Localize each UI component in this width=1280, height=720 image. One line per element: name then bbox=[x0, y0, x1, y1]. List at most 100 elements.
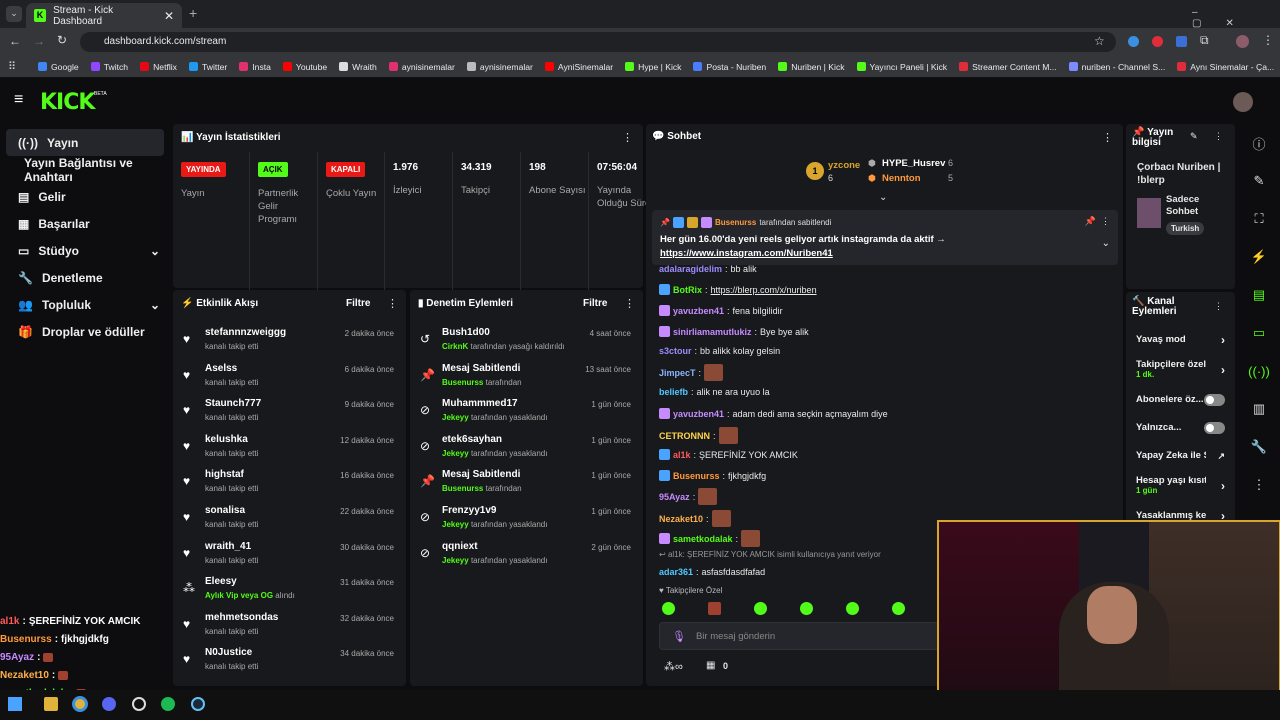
activity-username[interactable]: Aselss bbox=[205, 363, 237, 374]
channel-action-item[interactable]: Abonelere öz... bbox=[1126, 386, 1235, 414]
activity-username[interactable]: wraith_41 bbox=[205, 541, 251, 552]
chat-username[interactable]: yavuzben41 bbox=[673, 409, 724, 419]
chat-message[interactable]: sinirliamamutlukiz: Bye bye alik bbox=[659, 326, 809, 337]
chat-message[interactable]: s3ctour: bb alikk kolay gelsin bbox=[659, 346, 780, 356]
user-avatar[interactable] bbox=[1233, 92, 1253, 112]
sidebar-item-topluluk[interactable]: 👥 Topluluk ⌄ bbox=[6, 291, 164, 318]
leaderboard-name[interactable]: HYPE_Husrev bbox=[882, 158, 945, 169]
chat-username[interactable]: JimpecT bbox=[659, 368, 696, 378]
sidebar-item-gelir[interactable]: ▤ Gelir bbox=[6, 183, 164, 210]
edit-icon[interactable]: ✎ bbox=[1190, 131, 1198, 142]
chat-bubble-icon[interactable]: ▭ bbox=[1238, 314, 1280, 352]
chat-username[interactable]: sametkodalak bbox=[673, 534, 733, 544]
bookmark-item[interactable]: Twitter bbox=[188, 62, 227, 72]
chat-username[interactable]: CETRONNN bbox=[659, 431, 710, 441]
window-controls[interactable]: –▢✕ bbox=[1192, 7, 1280, 29]
chrome-icon[interactable] bbox=[72, 696, 88, 712]
bookmark-item[interactable]: AyniSinemalar bbox=[544, 62, 613, 72]
layers-icon[interactable]: ▥ bbox=[1238, 390, 1280, 428]
forward-icon[interactable]: → bbox=[33, 34, 45, 48]
hamburger-menu-icon[interactable]: ≡ bbox=[14, 92, 23, 108]
activity-username[interactable]: N0Justice bbox=[205, 647, 252, 658]
tab-search-button[interactable]: ⌄ bbox=[6, 6, 22, 22]
sidebar-item-denetleme[interactable]: 🔧 Denetleme bbox=[6, 264, 164, 291]
steam-icon[interactable] bbox=[191, 697, 205, 711]
moderation-row[interactable]: 📌 Mesaj Sabitlendi Busenurss tarafından 1 g… bbox=[410, 466, 643, 502]
wrench-icon[interactable]: 🔧 bbox=[1238, 428, 1280, 466]
moderation-row[interactable]: ⊘ Frenzyy1v9 Jekeyy tarafından yasaklandı 1… bbox=[410, 502, 643, 538]
channel-action-item[interactable]: Yalnızca... bbox=[1126, 414, 1235, 442]
moderation-target[interactable]: Mesaj Sabitlendi bbox=[442, 469, 520, 480]
channel-actions-menu-icon[interactable]: ⋮ bbox=[1214, 301, 1223, 312]
activity-row[interactable]: ♥ highstaf kanalı takip etti 16 dakika önce bbox=[173, 466, 406, 502]
chat-username[interactable]: Nezaket10 bbox=[659, 514, 703, 524]
bookmark-item[interactable]: Aynı Sinemalar - Ça... bbox=[1177, 62, 1274, 72]
bookmark-item[interactable]: Twitch bbox=[90, 62, 128, 72]
chat-message[interactable]: adar361: asfasfdasdfafad bbox=[659, 567, 765, 577]
moderation-row[interactable]: 📌 Mesaj Sabitlendi Busenurss tarafından 13 … bbox=[410, 360, 643, 396]
sidebar-item-droplar[interactable]: 🎁 Droplar ve ödüller bbox=[6, 318, 164, 345]
moderation-row[interactable]: ↺ Bush1d00 CirknK tarafından yasağı kaldır… bbox=[410, 324, 643, 360]
pinned-link[interactable]: https://www.instagram.com/Nuriben41 bbox=[660, 248, 833, 259]
broadcast-icon[interactable]: ((·)) bbox=[1238, 352, 1280, 390]
discord-icon[interactable] bbox=[102, 697, 116, 711]
chat-link[interactable]: https://blerp.com/x/nuriben bbox=[711, 285, 817, 295]
unpin-icon[interactable]: 📌 bbox=[1085, 216, 1096, 227]
activity-username[interactable]: Eleesy bbox=[205, 576, 237, 587]
chat-message[interactable]: yavuzben41: adam dedi ama seçkin açmayalı… bbox=[659, 408, 888, 419]
chat-username[interactable]: 95Ayaz bbox=[659, 492, 690, 502]
bookmark-item[interactable]: Nuriben | Kick bbox=[778, 62, 845, 72]
chat-input[interactable]: 🎙 Bir mesaj gönderin bbox=[659, 622, 959, 650]
bookmark-star-icon[interactable]: ☆ bbox=[1094, 34, 1105, 48]
emote-icon[interactable] bbox=[892, 602, 905, 615]
windows-start-icon[interactable] bbox=[8, 697, 22, 711]
chat-username[interactable]: s3ctour bbox=[659, 346, 692, 356]
activity-row[interactable]: ⁂ Eleesy Aylık Vip veya OG alındı 31 dakika… bbox=[173, 573, 406, 609]
emote-icon[interactable] bbox=[846, 602, 859, 615]
chat-message[interactable]: yavuzben41: fena bilgilidir bbox=[659, 305, 783, 316]
chat-username[interactable]: beliefb bbox=[659, 387, 688, 397]
bookmark-item[interactable]: Yayıncı Paneli | Kick bbox=[856, 62, 947, 72]
info-icon[interactable]: ⓘ bbox=[1238, 124, 1280, 162]
close-tab-icon[interactable]: ✕ bbox=[164, 9, 174, 23]
stats-menu-icon[interactable]: ⋮ bbox=[622, 131, 633, 144]
chat-username[interactable]: BotRix bbox=[673, 285, 702, 295]
bookmark-item[interactable]: Google bbox=[38, 62, 79, 72]
activity-filter-button[interactable]: Filtre bbox=[346, 298, 370, 309]
activity-row[interactable]: ♥ Aselss kanalı takip etti 6 dakika önce bbox=[173, 360, 406, 396]
activity-username[interactable]: highstaf bbox=[205, 469, 244, 480]
category-name[interactable]: Sadece Sohbet bbox=[1166, 194, 1226, 218]
moderation-target[interactable]: Muhammmed17 bbox=[442, 398, 518, 409]
bolt-icon[interactable]: ⚡ bbox=[1238, 238, 1280, 276]
sidebar-item-yayin[interactable]: ((·)) Yayın bbox=[6, 129, 164, 156]
chat-message[interactable]: sametkodalak: bbox=[659, 530, 761, 547]
chat-username[interactable]: sinirliamamutlukiz bbox=[673, 327, 752, 337]
bookmark-item[interactable]: Insta bbox=[239, 62, 271, 72]
chat-message[interactable]: CETRONNN: bbox=[659, 427, 738, 444]
new-tab-button[interactable]: + bbox=[189, 5, 197, 21]
moderation-target[interactable]: Mesaj Sabitlendi bbox=[442, 363, 520, 374]
activity-row[interactable]: ♥ wraith_41 kanalı takip etti 30 dakika önc… bbox=[173, 538, 406, 574]
moderation-target[interactable]: qqniext bbox=[442, 541, 478, 552]
reload-icon[interactable]: ↻ bbox=[57, 33, 67, 47]
leaderboard-name[interactable]: Nennton bbox=[882, 173, 921, 184]
edit-icon[interactable]: ✎ bbox=[1238, 162, 1280, 200]
chat-message[interactable]: Busenurss: fjkhgjdkfg bbox=[659, 470, 766, 481]
activity-username[interactable]: sonalisa bbox=[205, 505, 245, 516]
chevron-down-icon[interactable]: ⌄ bbox=[879, 192, 887, 203]
kick-logo[interactable]: KICK bbox=[40, 90, 95, 115]
moderation-menu-icon[interactable]: ⋮ bbox=[624, 297, 635, 310]
bookmark-item[interactable]: Posta - Nuriben bbox=[693, 62, 766, 72]
activity-row[interactable]: ♥ N0Justice kanalı takip etti 34 dakika önc… bbox=[173, 644, 406, 680]
activity-username[interactable]: kelushka bbox=[205, 434, 248, 445]
bookmark-item[interactable]: Hype | Kick bbox=[625, 62, 681, 72]
moderation-filter-button[interactable]: Filtre bbox=[583, 298, 607, 309]
channel-action-item[interactable]: Yapay Zeka ile Sohbet Denetimi ↗ bbox=[1126, 442, 1235, 470]
activity-menu-icon[interactable]: ⋮ bbox=[387, 297, 398, 310]
store-icon[interactable]: ▦ bbox=[706, 660, 715, 671]
bookmark-item[interactable]: Youtube bbox=[282, 62, 327, 72]
bookmark-item[interactable]: Wraith bbox=[339, 62, 377, 72]
stream-info-menu-icon[interactable]: ⋮ bbox=[1214, 131, 1223, 142]
activity-row[interactable]: ♥ kelushka kanalı takip etti 12 dakika önce bbox=[173, 431, 406, 467]
channel-action-item[interactable]: Takipçilere özel s1 dk. › bbox=[1126, 354, 1235, 386]
